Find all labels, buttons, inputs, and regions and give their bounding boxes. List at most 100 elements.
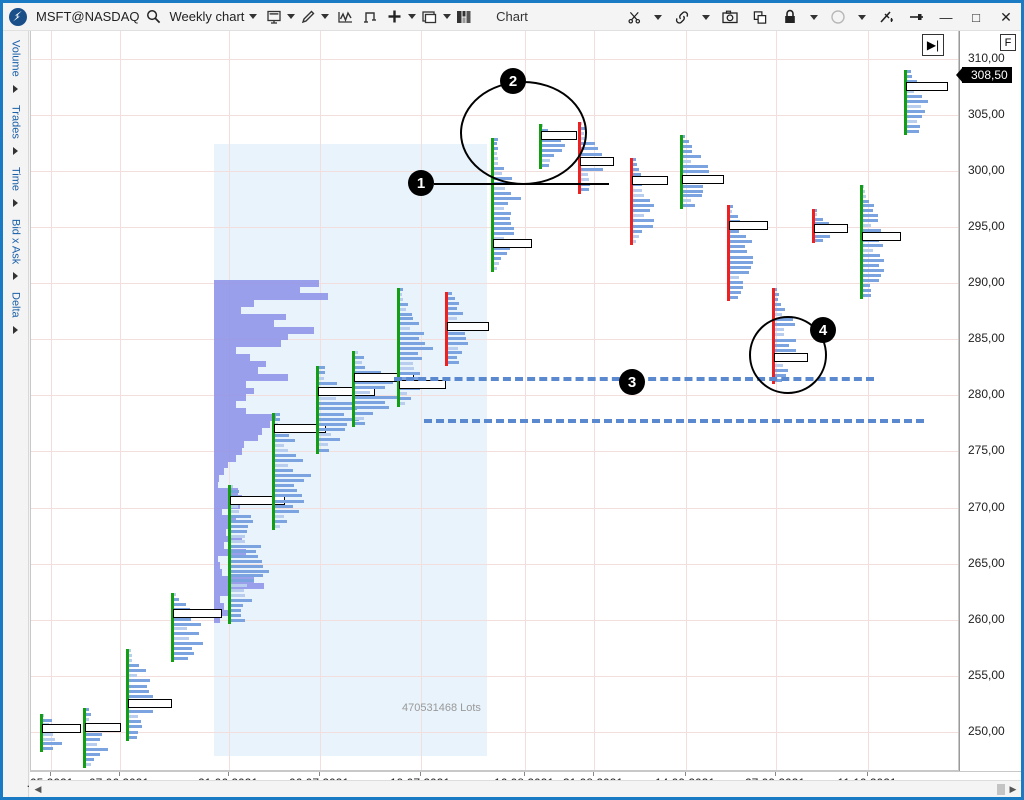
pin-icon[interactable]: [901, 4, 931, 30]
bar-volume-segment: [399, 342, 426, 346]
maximize-button[interactable]: □: [961, 4, 991, 30]
annotation-ellipse-2: [460, 81, 587, 185]
plus-icon[interactable]: [386, 4, 403, 30]
link-icon[interactable]: [667, 4, 697, 30]
bar-volume-segment: [173, 647, 192, 651]
bar-volume-segment: [318, 422, 347, 426]
sidebar-item-trades[interactable]: Trades: [10, 102, 22, 142]
candle-up[interactable]: [83, 708, 86, 768]
magic-wand-icon[interactable]: [871, 4, 901, 30]
time-expand-icon[interactable]: [13, 198, 18, 207]
chart-type-label[interactable]: Weekly chart: [169, 9, 244, 24]
bar-volume-segment: [85, 737, 100, 741]
bar-volume-segment: [447, 351, 462, 355]
bar-volume-segment: [128, 684, 148, 688]
monitor-chevron-down-icon[interactable]: [287, 14, 296, 19]
candle-up[interactable]: [904, 70, 907, 136]
plot-area[interactable]: 1 2 3 4: [31, 31, 958, 770]
scroll-right-arrow-icon[interactable]: ▶: [1005, 784, 1021, 795]
price-tick-label: 270,00: [968, 499, 1005, 514]
candle-up[interactable]: [126, 648, 129, 741]
candle-down[interactable]: [630, 157, 633, 246]
bar-volume-segment: [399, 366, 415, 370]
close-button[interactable]: ✕: [991, 4, 1021, 30]
plus-chevron-down-icon[interactable]: [408, 14, 417, 19]
bar-volume-segment: [774, 302, 781, 306]
sidebar-item-volume[interactable]: Volume: [10, 37, 22, 80]
bar-volume-segment: [42, 742, 63, 746]
price-axis[interactable]: F 308,50 310,00 305,00 300,00 295,00 290,00 2…: [959, 31, 1021, 771]
gridline-horizontal: [31, 395, 958, 396]
bar-volume-segment: [230, 544, 261, 548]
bar-volume-segment: [493, 207, 504, 211]
candle-up[interactable]: [171, 592, 174, 663]
volume-profile-row: [214, 427, 262, 435]
title-bar: MSFT@NASDAQ Weekly chart Chart — □ ✕: [3, 3, 1021, 31]
chart-canvas[interactable]: 1 2 3 4 470531468 Lots ▶|: [30, 31, 959, 771]
bar-volume-segment: [128, 710, 154, 714]
bar-volume-segment: [230, 554, 259, 558]
minimize-button[interactable]: —: [931, 4, 961, 30]
sidebar-item-time[interactable]: Time: [10, 164, 22, 194]
swatch-icon[interactable]: [456, 4, 472, 30]
candle-down[interactable]: [727, 204, 730, 302]
window-chevron-down-icon[interactable]: [443, 14, 452, 19]
candle-up[interactable]: [860, 184, 863, 299]
delta-expand-icon[interactable]: [13, 325, 18, 334]
bar-volume-segment: [632, 229, 642, 233]
link-chevron-down-icon[interactable]: [702, 14, 710, 20]
line-chart-icon[interactable]: [337, 4, 354, 30]
price-axis-fit-button[interactable]: F: [1000, 34, 1016, 51]
candle-up[interactable]: [680, 135, 683, 210]
lock-icon[interactable]: [775, 4, 805, 30]
bar-volume-segment: [682, 184, 703, 188]
bar-volume-segment: [682, 155, 701, 158]
pencil-chevron-down-icon[interactable]: [321, 14, 330, 19]
bar-volume-segment: [729, 265, 752, 269]
instrument-symbol[interactable]: MSFT@NASDAQ: [36, 9, 139, 24]
bid-x-ask-expand-icon[interactable]: [13, 271, 18, 280]
gridline-horizontal: [31, 59, 958, 60]
camera-icon[interactable]: [715, 4, 745, 30]
horizontal-scrollbar[interactable]: ◀ ▶: [30, 780, 1021, 797]
bar-volume-segment: [85, 752, 100, 756]
bar-volume-segment: [447, 297, 455, 301]
indicator-icon[interactable]: [362, 4, 378, 30]
bar-volume-segment: [128, 664, 140, 668]
scroll-to-latest-button[interactable]: ▶|: [922, 34, 944, 56]
bar-volume-segment: [682, 150, 692, 154]
poc-marker-box: [447, 321, 489, 331]
bar-volume-segment: [906, 105, 921, 109]
lock-chevron-down-icon[interactable]: [810, 14, 818, 20]
candle-up[interactable]: [316, 366, 319, 454]
search-icon[interactable]: [146, 4, 161, 30]
price-level-dashed-line[interactable]: [424, 418, 924, 423]
circle-icon[interactable]: [823, 4, 853, 30]
circle-chevron-down-icon[interactable]: [858, 14, 866, 20]
scissors-chevron-down-icon[interactable]: [654, 14, 662, 20]
candle-up[interactable]: [228, 485, 231, 625]
bar-volume-segment: [862, 259, 885, 263]
scissors-icon[interactable]: [619, 4, 649, 30]
bar-volume-segment: [42, 737, 56, 741]
bar-volume-segment: [354, 391, 371, 395]
bar-volume-segment: [580, 173, 588, 177]
pencil-icon[interactable]: [300, 4, 316, 30]
bar-volume-segment: [493, 192, 511, 196]
bar-volume-segment: [230, 604, 243, 608]
volume-expand-icon[interactable]: [13, 84, 18, 93]
sidebar-item-delta[interactable]: Delta: [10, 289, 22, 321]
scrollbar-thumb[interactable]: [997, 783, 1005, 795]
candle-up[interactable]: [352, 350, 355, 427]
bar-volume-segment: [682, 204, 696, 208]
window-icon[interactable]: [421, 4, 438, 30]
sidebar-item-bid-x-ask[interactable]: Bid x Ask: [10, 216, 22, 267]
copy-icon[interactable]: [745, 4, 775, 30]
price-tick-label: 295,00: [968, 219, 1005, 234]
scrollbar-track[interactable]: [46, 781, 1005, 798]
chart-type-chevron-down-icon[interactable]: [249, 14, 258, 19]
monitor-icon[interactable]: [266, 4, 282, 30]
scroll-left-arrow-icon[interactable]: ◀: [30, 784, 46, 795]
trades-expand-icon[interactable]: [13, 146, 18, 155]
bar-volume-segment: [318, 402, 354, 406]
